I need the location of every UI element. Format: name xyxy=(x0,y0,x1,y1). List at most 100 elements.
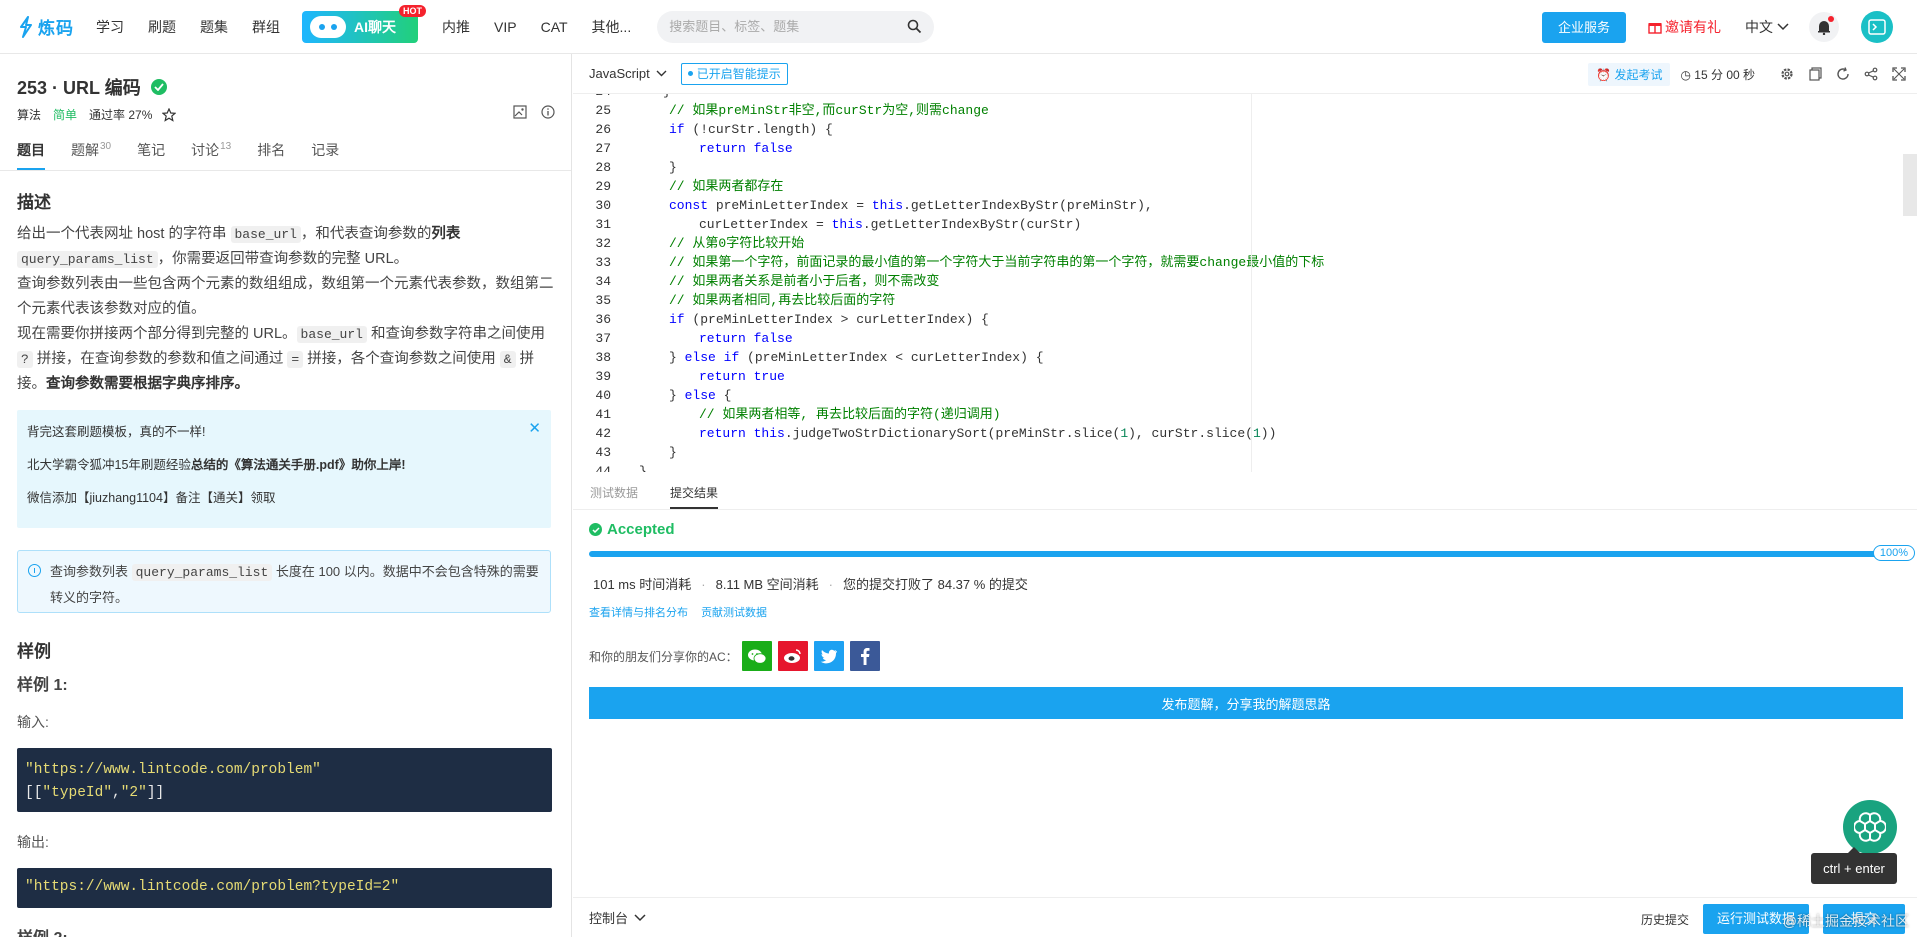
site-logo[interactable]: 炼码 xyxy=(18,0,80,54)
status-dot xyxy=(687,71,693,76)
line-number: 32 xyxy=(595,236,611,251)
twitter-share-button[interactable] xyxy=(813,641,844,671)
ai-chat-button[interactable]: AI聊天 HOT xyxy=(302,4,426,43)
code-line: // 如果两者都存在 xyxy=(669,179,784,194)
tab-records[interactable]: 记录 xyxy=(311,140,339,170)
tab-solutions[interactable]: 题解30 xyxy=(71,140,111,170)
output-line: "https://www.lintcode.com/problem?typeId… xyxy=(25,879,400,895)
code-line: // 如果两者关系是前者小于后者，则不需改变 xyxy=(669,274,940,289)
publish-solution-button[interactable]: 发布题解，分享我的解题思路 xyxy=(589,687,1903,719)
input-line-2: [["typeId","2"]] xyxy=(25,785,165,801)
nav-groups[interactable]: 群组 xyxy=(252,17,280,37)
nav-more[interactable]: 其他... xyxy=(592,17,632,37)
console-toggle[interactable]: 控制台 xyxy=(589,908,646,927)
nav-practice[interactable]: 刷题 xyxy=(148,17,176,37)
line-number: 24 xyxy=(573,94,611,101)
facebook-share-button[interactable] xyxy=(849,641,880,671)
toolbar-actions: ⏰ 发起考试 ◷ 15 分 00 秒 xyxy=(1588,54,1907,94)
nav-vip[interactable]: VIP xyxy=(494,19,517,35)
result-status: Accepted xyxy=(589,521,675,538)
line-number: 33 xyxy=(595,255,611,270)
progress-bar xyxy=(589,551,1894,557)
tab-test-data[interactable]: 测试数据 xyxy=(590,484,638,509)
start-exam-button[interactable]: ⏰ 发起考试 xyxy=(1588,62,1671,86)
wechat-share-button[interactable] xyxy=(741,641,772,671)
tag-algorithm[interactable]: 算法 xyxy=(17,106,41,123)
top-navbar: 炼码 学习 刷题 题集 群组 AI聊天 HOT 内推 VIP CAT 其他...… xyxy=(0,0,1917,54)
desc-paragraph-2: 查询参数列表由一些包含两个元素的数组组成，数组第一个元素代表参数，数组第二个元素… xyxy=(17,276,554,317)
solutions-count: 30 xyxy=(100,141,112,153)
code-line: // 如果两者相等, 再去比较后面的字符(递归调用) xyxy=(699,407,1001,422)
beat-percent: 您的提交打败了 84.37 % 的提交 xyxy=(843,577,1028,592)
contribute-test-link[interactable]: 贡献测试数据 xyxy=(701,607,767,619)
promo-banner: 背完这套刷题模板，真的不一样! 北大学霸令狐冲15年刷题经验总结的《算法通关手册… xyxy=(17,410,551,528)
copy-icon[interactable] xyxy=(1807,66,1823,82)
share-label: 和你的朋友们分享你的AC： xyxy=(589,649,738,664)
tab-ranking[interactable]: 排名 xyxy=(257,140,285,170)
sample-heading: 样例 xyxy=(17,642,51,661)
line-number: 31 xyxy=(595,217,611,232)
info-icon xyxy=(28,564,41,577)
close-icon[interactable]: ✕ xyxy=(528,419,541,437)
code-line: // 如果两者相同,再去比较后面的字符 xyxy=(669,293,896,308)
problem-actions xyxy=(513,105,555,119)
sample-input-block: "https://www.lintcode.com/problem" [["ty… xyxy=(17,748,552,812)
invite-label: 邀请有礼 xyxy=(1665,19,1721,35)
user-avatar[interactable] xyxy=(1861,11,1893,43)
details-link[interactable]: 查看详情与排名分布 xyxy=(589,607,688,619)
weibo-share-button[interactable] xyxy=(777,641,808,671)
tab-discussion[interactable]: 讨论13 xyxy=(191,140,231,170)
tab-notes[interactable]: 笔记 xyxy=(137,140,165,170)
code-line: } xyxy=(639,464,647,472)
star-icon[interactable] xyxy=(162,107,177,122)
line-number: 36 xyxy=(595,312,611,327)
header-right: 企业服务 邀请有礼 中文 xyxy=(1541,0,1917,54)
line-number: 38 xyxy=(595,350,611,365)
history-submissions-link[interactable]: 历史提交 xyxy=(1641,911,1689,928)
app-root: 炼码 学习 刷题 题集 群组 AI聊天 HOT 内推 VIP CAT 其他...… xyxy=(0,0,1917,937)
ai-assistant-button[interactable] xyxy=(1843,800,1897,854)
line-number: 43 xyxy=(595,445,611,460)
hot-badge: HOT xyxy=(399,4,426,17)
code-line: } xyxy=(663,94,671,101)
enterprise-button[interactable]: 企业服务 xyxy=(1541,11,1626,43)
line-number: 40 xyxy=(595,388,611,403)
fullscreen-icon[interactable] xyxy=(1891,66,1907,82)
smart-hint-toggle[interactable]: 已开启智能提示 xyxy=(680,62,788,85)
editor-scrollbar[interactable] xyxy=(1903,154,1917,216)
share-icon[interactable] xyxy=(1863,66,1879,82)
notification-button[interactable] xyxy=(1809,12,1839,42)
info-icon[interactable] xyxy=(541,105,555,119)
search-box[interactable] xyxy=(657,10,935,43)
settings-gear-icon[interactable] xyxy=(1779,66,1795,82)
editor-toolbar: JavaScript 已开启智能提示 ⏰ 发起考试 ◷ 15 分 00 秒 xyxy=(573,54,1917,94)
code-line: return false xyxy=(699,331,793,346)
tab-submit-result[interactable]: 提交结果 xyxy=(670,484,719,509)
language-value: JavaScript xyxy=(589,66,650,81)
search-input[interactable] xyxy=(669,19,880,34)
memory-cost: 8.11 MB 空间消耗 xyxy=(715,577,819,592)
problem-title: 253 · URL 编码 xyxy=(17,78,141,98)
code-editor[interactable]: 24 } 25 // 如果preMinStr非空,而curStr为空,则需chan… xyxy=(573,94,1917,472)
language-selector[interactable]: JavaScript xyxy=(589,62,667,86)
clock-icon: ◷ xyxy=(1680,67,1691,82)
discussion-count: 13 xyxy=(220,141,232,153)
line-number: 27 xyxy=(595,141,611,156)
sample-2-heading: 样例 2: xyxy=(17,924,68,937)
reset-icon[interactable] xyxy=(1835,66,1851,82)
nav-referral[interactable]: 内推 xyxy=(442,17,470,37)
nav-problem-sets[interactable]: 题集 xyxy=(200,17,228,37)
image-icon[interactable] xyxy=(513,105,527,119)
timer[interactable]: ◷ 15 分 00 秒 xyxy=(1680,66,1755,83)
nav-learn[interactable]: 学习 xyxy=(96,17,124,37)
language-select[interactable]: 中文 xyxy=(1745,17,1789,37)
input-line-1: "https://www.lintcode.com/problem" xyxy=(25,762,321,778)
bottom-bar: 控制台 历史提交 运行测试数据 提交 @稀土掘金技术社区 xyxy=(573,897,1917,937)
nav-cat[interactable]: CAT xyxy=(541,19,568,35)
tab-problem[interactable]: 题目 xyxy=(17,140,45,170)
line-number: 37 xyxy=(595,331,611,346)
weibo-icon xyxy=(783,649,801,663)
invite-link[interactable]: 邀请有礼 xyxy=(1648,17,1721,37)
share-row: 和你的朋友们分享你的AC： xyxy=(589,641,880,671)
search-icon[interactable] xyxy=(907,19,922,34)
